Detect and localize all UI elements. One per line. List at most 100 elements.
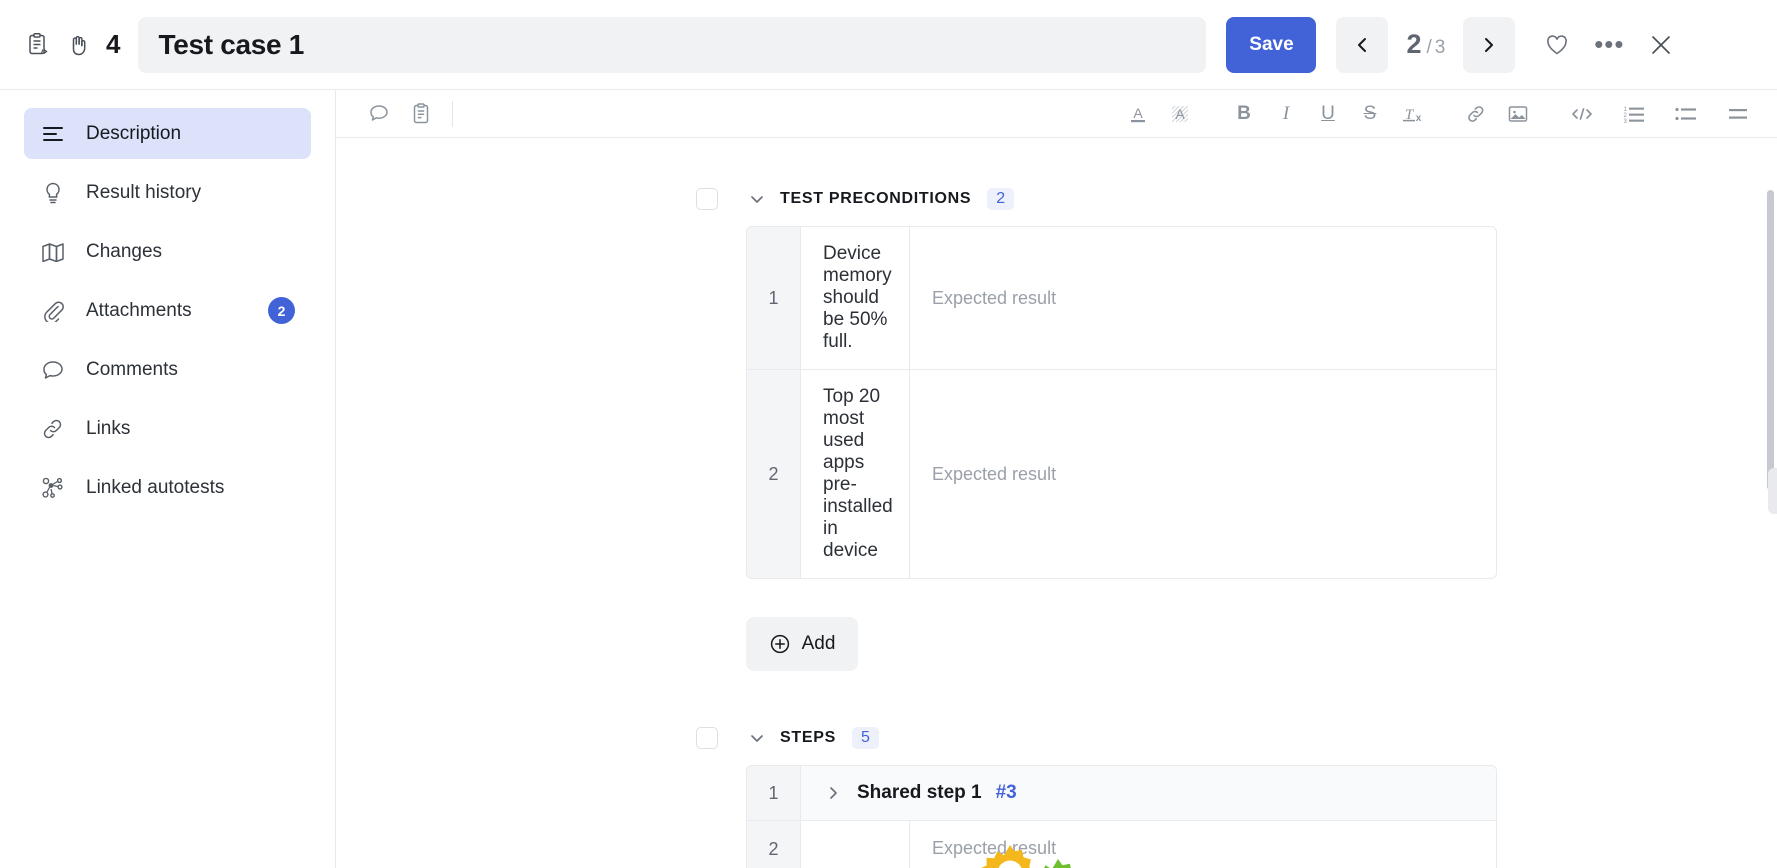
bullet-list-tool-icon[interactable] (1665, 93, 1707, 135)
vertical-scrollbar[interactable] (1767, 190, 1774, 490)
sidebar-item-label: Description (86, 122, 182, 144)
gears-with-hand-illustration (963, 837, 1115, 868)
section-header-preconditions: TEST PRECONDITIONS 2 (336, 182, 1777, 216)
save-button[interactable]: Save (1226, 16, 1317, 73)
ordered-list-tool-icon[interactable]: 1 2 3 (1613, 93, 1655, 135)
row-expected-result[interactable]: Expected result (910, 370, 1496, 578)
section-checkbox[interactable] (696, 188, 718, 210)
page-separator: / (1426, 37, 1432, 58)
page-indicator: 2 / 3 (1406, 29, 1445, 60)
sidebar-item-links[interactable]: Links (24, 403, 311, 454)
table-row[interactable]: 1 Shared step 1 #3 (747, 766, 1496, 821)
plus-circle-icon (769, 633, 791, 655)
highlight-color-tool-icon[interactable]: A (1159, 93, 1201, 135)
section-checkbox[interactable] (696, 727, 718, 749)
close-icon[interactable] (1635, 21, 1687, 69)
paperclip-icon (40, 298, 66, 324)
clear-format-tool-icon[interactable]: T x (1391, 93, 1433, 135)
align-tool-icon[interactable] (1717, 93, 1759, 135)
italic-tool-icon[interactable]: I (1265, 93, 1307, 135)
row-index: 2 (747, 370, 801, 578)
chevron-left-icon (1358, 37, 1367, 52)
next-page-button[interactable] (1463, 16, 1516, 73)
pagination: 2 / 3 (1336, 16, 1516, 73)
row-index: 2 (747, 821, 801, 868)
content-area: TEST PRECONDITIONS 2 1 Device memory sho… (336, 138, 1777, 868)
row-action[interactable]: Device memory should be 50% full. (801, 227, 910, 369)
page-total: 3 (1434, 37, 1446, 58)
row-action[interactable]: Click on Referral (801, 821, 1071, 868)
strikethrough-tool-icon[interactable]: S (1349, 93, 1391, 135)
row-index: 1 (747, 766, 801, 820)
clipboard-code-icon[interactable] (22, 28, 56, 62)
title-value: Test case 1 (158, 28, 305, 60)
row-action[interactable]: Top 20 most used apps pre-installed in d… (801, 370, 910, 578)
lines-icon (40, 121, 66, 147)
prev-page-button[interactable] (1336, 16, 1389, 73)
clipboard-tool-icon[interactable] (400, 93, 442, 135)
hand-icon[interactable] (62, 28, 96, 62)
section-header-steps: STEPS 5 (336, 721, 1777, 755)
chevron-right-icon[interactable] (823, 783, 843, 803)
add-button-label: Add (801, 633, 836, 654)
ellipsis-icon[interactable]: ••• (1583, 21, 1635, 69)
editor-toolbar: A A B I U S T x 1 2 3 (336, 90, 1777, 138)
sidebar-item-description[interactable]: Description (24, 108, 311, 159)
insert-link-tool-icon[interactable] (1455, 93, 1497, 135)
sidebar-item-linked-autotests[interactable]: Linked autotests (24, 462, 311, 513)
main-panel: A A B I U S T x 1 2 3 TEST PRECONDITIONS… (336, 90, 1777, 868)
top-bar: 4 Test case 1 Save 2 / 3 ••• (0, 0, 1777, 90)
chevron-right-icon (1485, 37, 1494, 52)
steps-table: 1 Shared step 1 #3 2 Expected result (746, 765, 1497, 868)
svg-text:A: A (1175, 106, 1185, 122)
underline-tool-icon[interactable]: U (1307, 93, 1349, 135)
sidebar: Description Result history Changes Attac… (0, 90, 336, 868)
row-index: 1 (747, 227, 801, 369)
insert-image-tool-icon[interactable] (1497, 93, 1539, 135)
section-title: STEPS (780, 729, 836, 746)
sidebar-item-label: Linked autotests (86, 476, 225, 498)
row-expected-result[interactable]: Expected result (910, 227, 1496, 369)
comment-tool-icon[interactable] (358, 93, 400, 135)
link-icon (40, 416, 66, 442)
toolbar-divider (452, 100, 453, 127)
table-row[interactable]: 2 Top 20 most used apps pre-installed in… (747, 370, 1496, 578)
table-row[interactable]: 2 Click on Referral (747, 821, 1496, 868)
comment-icon (40, 357, 66, 383)
attachments-badge: 2 (268, 297, 295, 324)
svg-text:3: 3 (1624, 119, 1628, 124)
bulb-icon (40, 180, 66, 206)
chevron-down-icon[interactable] (746, 727, 768, 749)
shared-step-reference[interactable]: #3 (996, 782, 1017, 804)
row-action[interactable]: Shared step 1 #3 (801, 766, 1496, 820)
add-precondition-button[interactable]: Add (746, 617, 858, 671)
table-row[interactable]: 1 Device memory should be 50% full. Expe… (747, 227, 1496, 370)
section-count: 2 (987, 188, 1015, 210)
map-icon (40, 239, 66, 265)
sidebar-item-comments[interactable]: Comments (24, 344, 311, 395)
top-bar-actions: ••• (1531, 21, 1687, 69)
section-count: 5 (851, 727, 879, 749)
sidebar-item-label: Changes (86, 240, 163, 262)
svg-text:A: A (1133, 105, 1143, 121)
sidebar-item-label: Comments (86, 358, 178, 380)
test-case-number: 4 (106, 29, 121, 59)
section-title: TEST PRECONDITIONS (780, 190, 972, 207)
sidebar-item-changes[interactable]: Changes (24, 226, 311, 277)
text-color-tool-icon[interactable]: A (1117, 93, 1159, 135)
sidebar-item-label: Links (86, 417, 131, 439)
chevron-down-icon[interactable] (746, 188, 768, 210)
page-current: 2 (1406, 29, 1422, 59)
preconditions-table: 1 Device memory should be 50% full. Expe… (746, 226, 1497, 579)
bold-tool-icon[interactable]: B (1223, 93, 1265, 135)
sidebar-item-attachments[interactable]: Attachments 2 (24, 285, 311, 336)
sidebar-item-result-history[interactable]: Result history (24, 167, 311, 218)
title-field[interactable]: Test case 1 (138, 16, 1207, 73)
code-block-tool-icon[interactable] (1561, 93, 1603, 135)
sidebar-item-label: Attachments (86, 299, 192, 321)
svg-text:x: x (1416, 113, 1422, 124)
sidebar-item-label: Result history (86, 181, 202, 203)
body: Description Result history Changes Attac… (0, 90, 1777, 868)
edge-panel-tab[interactable] (1768, 468, 1777, 514)
heart-icon[interactable] (1531, 21, 1583, 69)
